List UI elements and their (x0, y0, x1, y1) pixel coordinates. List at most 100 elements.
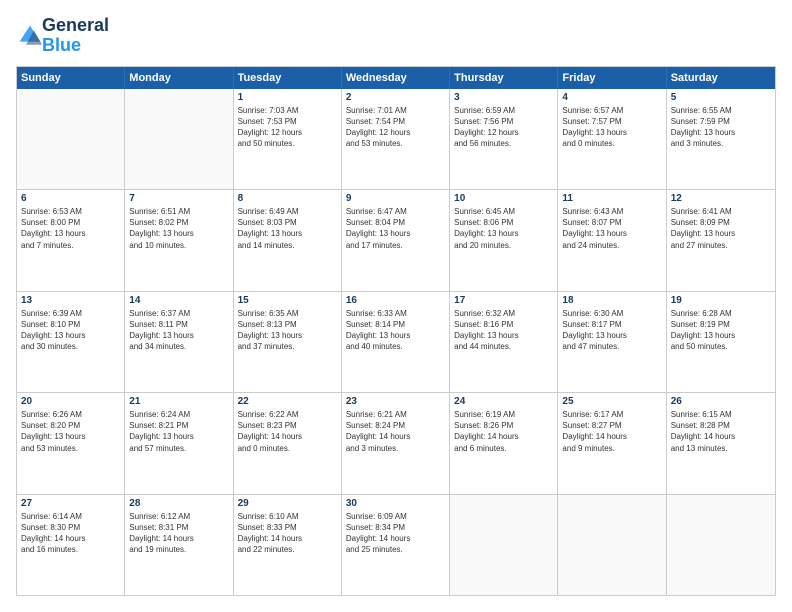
calendar-cell: 16 Sunrise: 6:33 AM Sunset: 8:14 PM Dayli… (342, 292, 450, 392)
day-info: Sunrise: 6:24 AM Sunset: 8:21 PM Dayligh… (129, 409, 228, 454)
day-number: 14 (129, 295, 228, 306)
day-info: Sunrise: 6:53 AM Sunset: 8:00 PM Dayligh… (21, 206, 120, 251)
day-number: 21 (129, 396, 228, 407)
calendar-cell: 15 Sunrise: 6:35 AM Sunset: 8:13 PM Dayli… (234, 292, 342, 392)
calendar-body: 1Sunrise: 7:03 AM Sunset: 7:53 PM Daylig… (17, 89, 775, 595)
day-info: Sunrise: 6:17 AM Sunset: 8:27 PM Dayligh… (562, 409, 661, 454)
day-info: Sunrise: 6:14 AM Sunset: 8:30 PM Dayligh… (21, 511, 120, 556)
calendar-cell (667, 495, 775, 595)
day-info: Sunrise: 6:09 AM Sunset: 8:34 PM Dayligh… (346, 511, 445, 556)
calendar-row-1: 1Sunrise: 7:03 AM Sunset: 7:53 PM Daylig… (17, 89, 775, 189)
day-number: 25 (562, 396, 661, 407)
calendar-cell: 30 Sunrise: 6:09 AM Sunset: 8:34 PM Dayli… (342, 495, 450, 595)
day-number: 16 (346, 295, 445, 306)
calendar-cell: 26 Sunrise: 6:15 AM Sunset: 8:28 PM Dayli… (667, 393, 775, 493)
day-number: 2 (346, 92, 445, 103)
header: General Blue (16, 16, 776, 56)
day-info: Sunrise: 6:12 AM Sunset: 8:31 PM Dayligh… (129, 511, 228, 556)
day-number: 1 (238, 92, 337, 103)
day-number: 10 (454, 193, 553, 204)
day-info: Sunrise: 6:39 AM Sunset: 8:10 PM Dayligh… (21, 308, 120, 353)
calendar-cell: 23 Sunrise: 6:21 AM Sunset: 8:24 PM Dayli… (342, 393, 450, 493)
logo: General Blue (16, 16, 109, 56)
weekday-header-sunday: Sunday (17, 67, 125, 89)
day-info: Sunrise: 6:30 AM Sunset: 8:17 PM Dayligh… (562, 308, 661, 353)
day-info: Sunrise: 6:47 AM Sunset: 8:04 PM Dayligh… (346, 206, 445, 251)
day-number: 18 (562, 295, 661, 306)
day-info: Sunrise: 6:32 AM Sunset: 8:16 PM Dayligh… (454, 308, 553, 353)
calendar-row-4: 20 Sunrise: 6:26 AM Sunset: 8:20 PM Dayli… (17, 392, 775, 493)
day-number: 3 (454, 92, 553, 103)
calendar-cell: 9 Sunrise: 6:47 AM Sunset: 8:04 PM Daylig… (342, 190, 450, 290)
calendar-cell: 6 Sunrise: 6:53 AM Sunset: 8:00 PM Daylig… (17, 190, 125, 290)
calendar-cell: 19Sunrise: 6:28 AM Sunset: 8:19 PM Dayli… (667, 292, 775, 392)
weekday-header-monday: Monday (125, 67, 233, 89)
calendar-cell: 1Sunrise: 7:03 AM Sunset: 7:53 PM Daylig… (234, 89, 342, 189)
calendar-cell: 20 Sunrise: 6:26 AM Sunset: 8:20 PM Dayli… (17, 393, 125, 493)
calendar-cell: 4 Sunrise: 6:57 AM Sunset: 7:57 PM Daylig… (558, 89, 666, 189)
day-number: 23 (346, 396, 445, 407)
day-number: 13 (21, 295, 120, 306)
day-info: Sunrise: 6:19 AM Sunset: 8:26 PM Dayligh… (454, 409, 553, 454)
calendar-cell: 2Sunrise: 7:01 AM Sunset: 7:54 PM Daylig… (342, 89, 450, 189)
day-info: Sunrise: 6:43 AM Sunset: 8:07 PM Dayligh… (562, 206, 661, 251)
day-info: Sunrise: 6:49 AM Sunset: 8:03 PM Dayligh… (238, 206, 337, 251)
logo-text: General Blue (42, 16, 109, 56)
calendar-cell: 13 Sunrise: 6:39 AM Sunset: 8:10 PM Dayli… (17, 292, 125, 392)
day-info: Sunrise: 6:21 AM Sunset: 8:24 PM Dayligh… (346, 409, 445, 454)
day-info: Sunrise: 6:59 AM Sunset: 7:56 PM Dayligh… (454, 105, 553, 150)
calendar-cell (558, 495, 666, 595)
day-info: Sunrise: 6:15 AM Sunset: 8:28 PM Dayligh… (671, 409, 771, 454)
page: General Blue SundayMondayTuesdayWednesda… (0, 0, 792, 612)
day-number: 6 (21, 193, 120, 204)
day-info: Sunrise: 6:57 AM Sunset: 7:57 PM Dayligh… (562, 105, 661, 150)
day-number: 22 (238, 396, 337, 407)
day-number: 29 (238, 498, 337, 509)
calendar-cell: 3 Sunrise: 6:59 AM Sunset: 7:56 PM Daylig… (450, 89, 558, 189)
day-number: 4 (562, 92, 661, 103)
day-info: Sunrise: 6:55 AM Sunset: 7:59 PM Dayligh… (671, 105, 771, 150)
day-number: 7 (129, 193, 228, 204)
calendar-header: SundayMondayTuesdayWednesdayThursdayFrid… (17, 67, 775, 89)
day-number: 30 (346, 498, 445, 509)
day-number: 17 (454, 295, 553, 306)
day-number: 26 (671, 396, 771, 407)
day-number: 9 (346, 193, 445, 204)
logo-icon (18, 24, 42, 48)
day-number: 5 (671, 92, 771, 103)
calendar-cell: 17 Sunrise: 6:32 AM Sunset: 8:16 PM Dayli… (450, 292, 558, 392)
day-number: 11 (562, 193, 661, 204)
day-info: Sunrise: 6:51 AM Sunset: 8:02 PM Dayligh… (129, 206, 228, 251)
calendar-cell: 18 Sunrise: 6:30 AM Sunset: 8:17 PM Dayli… (558, 292, 666, 392)
day-info: Sunrise: 6:35 AM Sunset: 8:13 PM Dayligh… (238, 308, 337, 353)
calendar-cell: 8 Sunrise: 6:49 AM Sunset: 8:03 PM Daylig… (234, 190, 342, 290)
calendar-cell: 25 Sunrise: 6:17 AM Sunset: 8:27 PM Dayli… (558, 393, 666, 493)
calendar: SundayMondayTuesdayWednesdayThursdayFrid… (16, 66, 776, 596)
day-info: Sunrise: 6:26 AM Sunset: 8:20 PM Dayligh… (21, 409, 120, 454)
weekday-header-saturday: Saturday (667, 67, 775, 89)
calendar-cell: 21 Sunrise: 6:24 AM Sunset: 8:21 PM Dayli… (125, 393, 233, 493)
calendar-cell: 11 Sunrise: 6:43 AM Sunset: 8:07 PM Dayli… (558, 190, 666, 290)
calendar-cell: 27Sunrise: 6:14 AM Sunset: 8:30 PM Dayli… (17, 495, 125, 595)
calendar-cell: 14 Sunrise: 6:37 AM Sunset: 8:11 PM Dayli… (125, 292, 233, 392)
day-info: Sunrise: 6:41 AM Sunset: 8:09 PM Dayligh… (671, 206, 771, 251)
day-number: 24 (454, 396, 553, 407)
calendar-cell (450, 495, 558, 595)
weekday-header-tuesday: Tuesday (234, 67, 342, 89)
calendar-row-3: 13 Sunrise: 6:39 AM Sunset: 8:10 PM Dayli… (17, 291, 775, 392)
calendar-row-5: 27Sunrise: 6:14 AM Sunset: 8:30 PM Dayli… (17, 494, 775, 595)
day-number: 28 (129, 498, 228, 509)
day-info: Sunrise: 6:37 AM Sunset: 8:11 PM Dayligh… (129, 308, 228, 353)
day-number: 15 (238, 295, 337, 306)
calendar-cell: 29Sunrise: 6:10 AM Sunset: 8:33 PM Dayli… (234, 495, 342, 595)
day-number: 8 (238, 193, 337, 204)
calendar-cell: 22Sunrise: 6:22 AM Sunset: 8:23 PM Dayli… (234, 393, 342, 493)
day-info: Sunrise: 6:28 AM Sunset: 8:19 PM Dayligh… (671, 308, 771, 353)
weekday-header-thursday: Thursday (450, 67, 558, 89)
day-number: 20 (21, 396, 120, 407)
day-info: Sunrise: 6:33 AM Sunset: 8:14 PM Dayligh… (346, 308, 445, 353)
calendar-cell: 28 Sunrise: 6:12 AM Sunset: 8:31 PM Dayli… (125, 495, 233, 595)
calendar-cell: 7 Sunrise: 6:51 AM Sunset: 8:02 PM Daylig… (125, 190, 233, 290)
calendar-cell (125, 89, 233, 189)
weekday-header-wednesday: Wednesday (342, 67, 450, 89)
